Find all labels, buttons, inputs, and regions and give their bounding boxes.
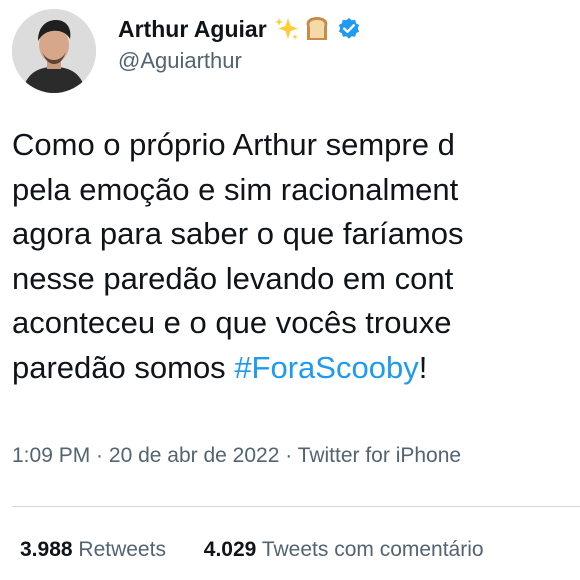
author-name-row: Arthur Aguiar [118,12,361,46]
tweet-line: Como o próprio Arthur sempre d [12,127,455,162]
tweet-meta: 1:09 PM · 20 de abr de 2022 · Twitter fo… [12,444,461,468]
retweets-label: Retweets [78,538,166,561]
author-display-name[interactable]: Arthur Aguiar [118,16,267,43]
tweet-source[interactable]: Twitter for iPhone [298,444,461,467]
quote-tweets-count: 4.029 [203,538,257,561]
retweets-stat[interactable]: 3.988 Retweets [20,538,166,562]
tweet-last-line: paredão somos #ForaScooby! [12,346,580,391]
tweet-time[interactable]: 1:09 PM [12,444,90,467]
engagement-stats: 3.988 Retweets 4.029 Tweets com comentár… [20,538,516,562]
retweets-count: 3.988 [20,538,73,561]
tweet-line: nesse paredão levando em cont [12,260,454,296]
author-handle[interactable]: @Aguiarthur [118,48,361,74]
bread-icon [306,17,328,40]
quote-tweets-label: Tweets com comentário [261,538,484,561]
tweet-text: Como o próprio Arthur sempre d pela emoç… [12,123,580,390]
author-block: Arthur Aguiar @Aguiarthur [118,12,361,74]
tweet-line: aconteceu e o que vocês trouxe [12,305,452,340]
tweet-line: agora para saber o que faríamos [12,216,464,251]
tweet-line: pela emoção e sim racionalment [12,171,459,207]
meta-separator: · [279,444,298,467]
tweet-last-line-prefix: paredão somos [12,349,235,385]
hashtag-link[interactable]: #ForaScooby [234,350,418,385]
avatar[interactable] [12,9,96,93]
tweet-date[interactable]: 20 de abr de 2022 [109,444,279,467]
name-emoji-group [274,16,331,42]
verified-badge-icon [337,17,361,41]
divider [12,506,580,507]
sparkles-icon [274,18,298,40]
avatar-photo [12,9,96,93]
meta-separator: · [90,444,109,467]
quote-tweets-stat[interactable]: 4.029 Tweets com comentário [204,538,484,562]
tweet-last-line-suffix: ! [418,349,428,385]
